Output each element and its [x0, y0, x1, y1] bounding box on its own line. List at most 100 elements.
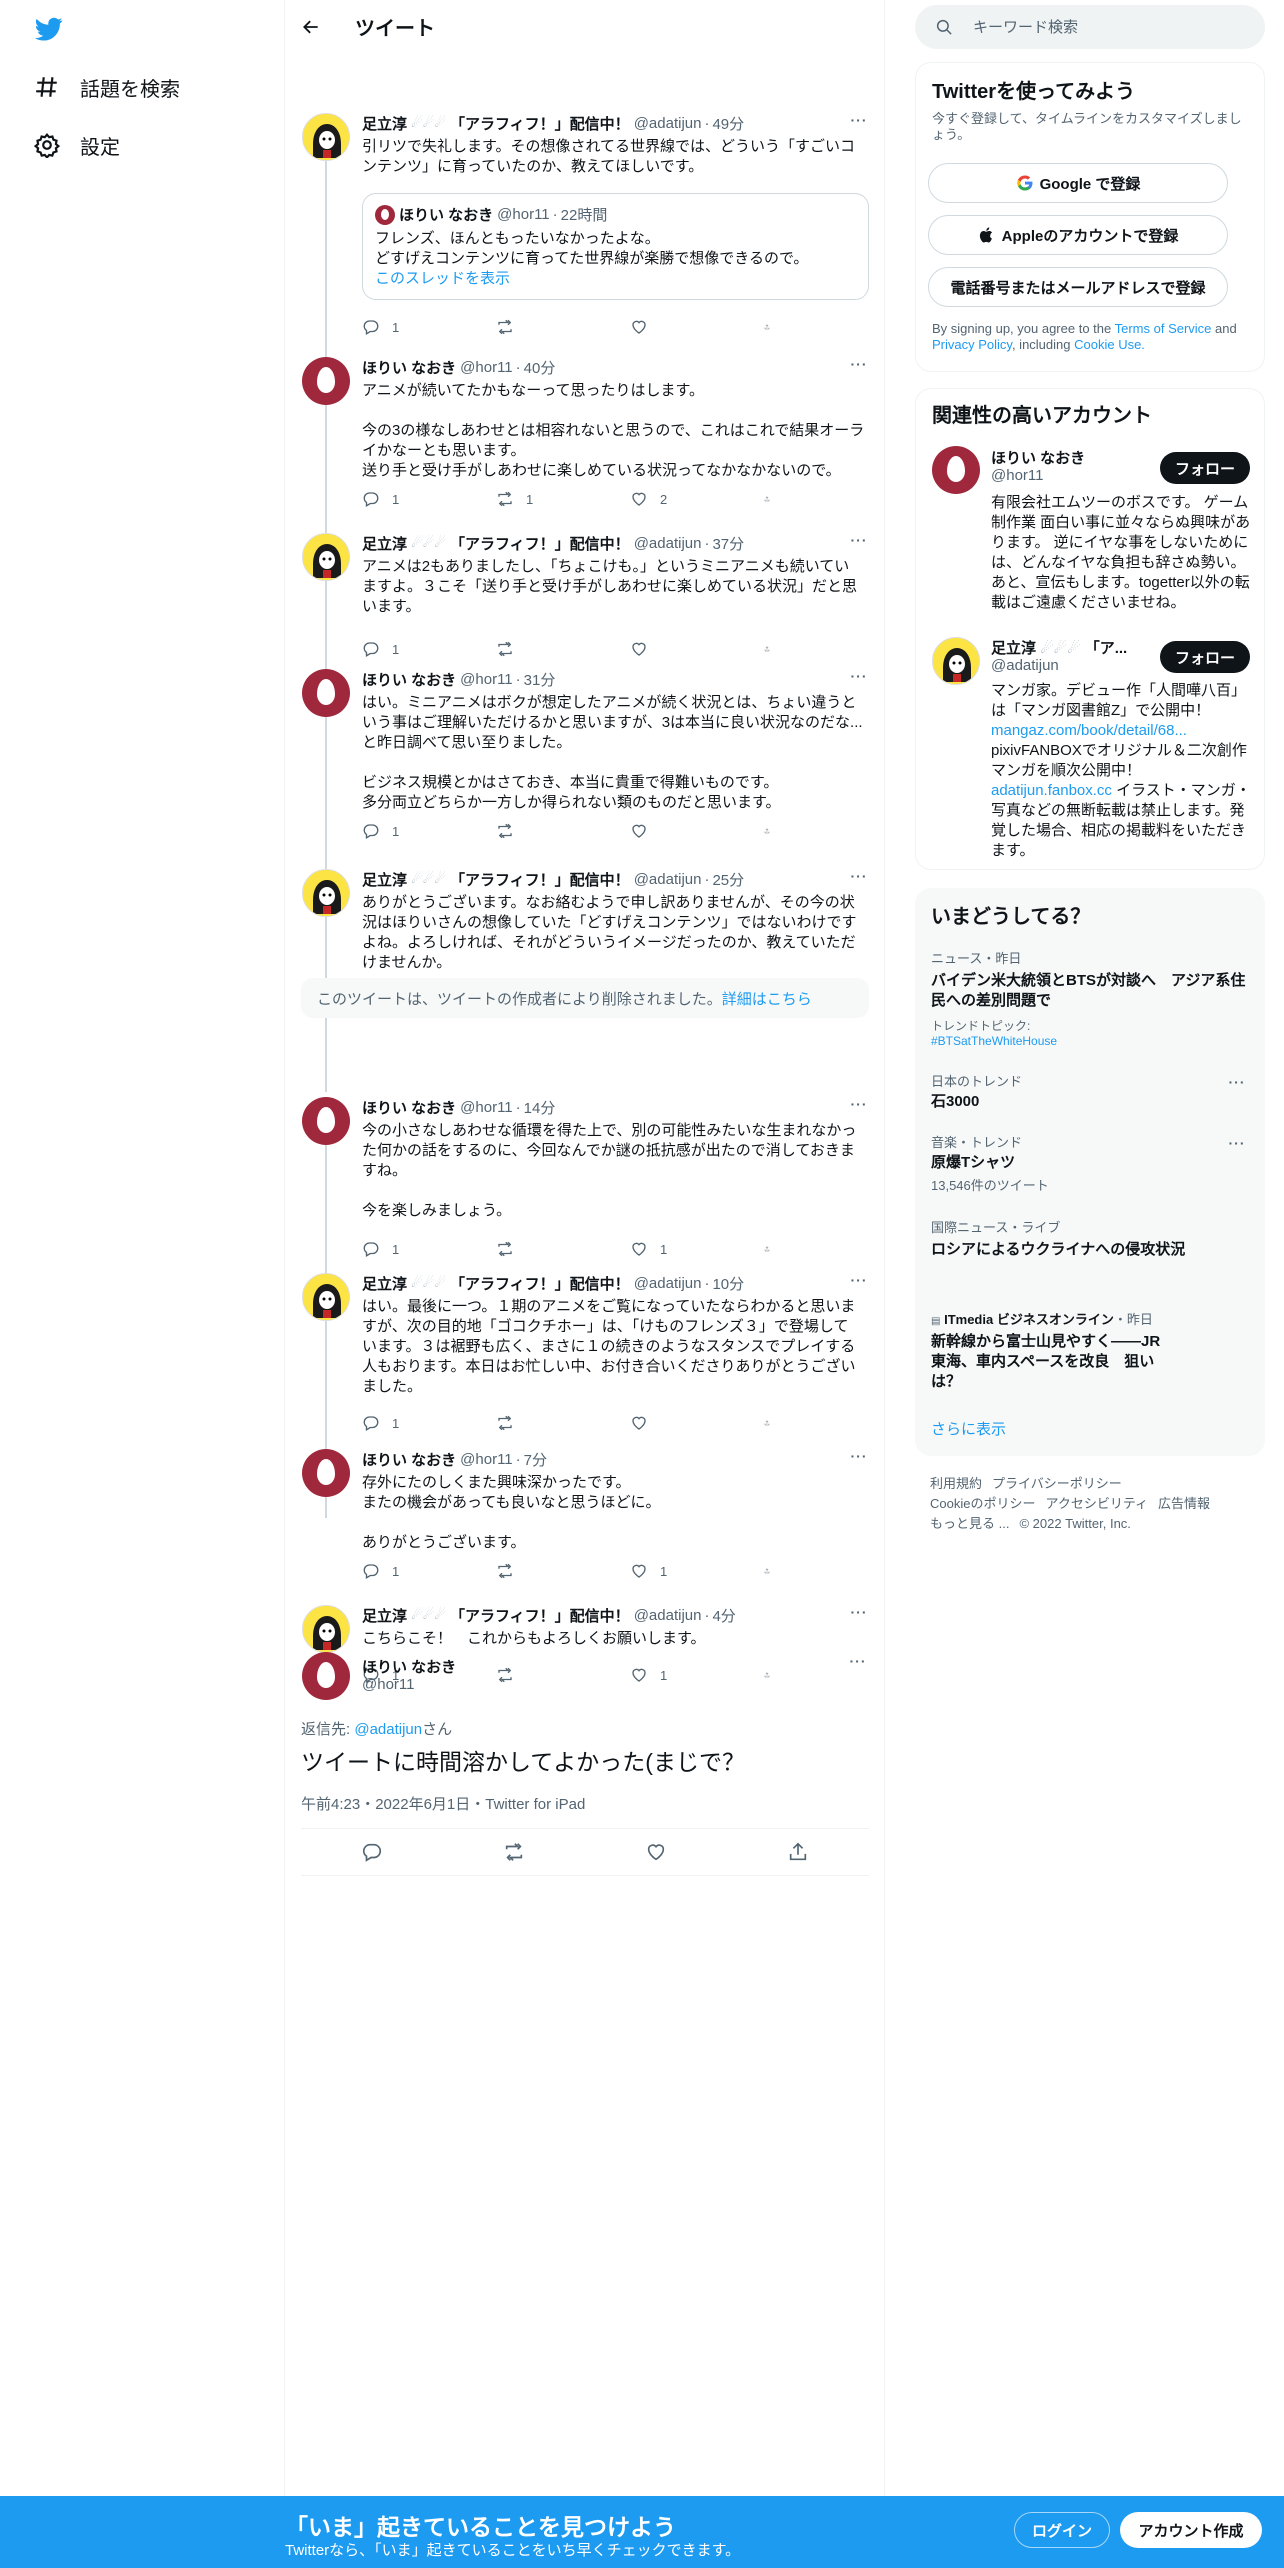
- show-thread-link[interactable]: このスレッドを表示: [375, 270, 510, 287]
- twitter-logo-icon[interactable]: [33, 15, 65, 43]
- author-name[interactable]: 足立淳: [362, 1605, 407, 1626]
- avatar[interactable]: [302, 533, 350, 581]
- tweet-time[interactable]: 14分: [524, 1097, 556, 1118]
- like-button[interactable]: 1: [630, 1240, 730, 1258]
- more-options-icon[interactable]: ···: [849, 1097, 869, 1117]
- avatar[interactable]: [302, 357, 350, 405]
- terms-link[interactable]: Terms of Service: [1115, 321, 1212, 336]
- reply-icon[interactable]: [361, 1841, 383, 1863]
- like-button[interactable]: [630, 822, 730, 840]
- trend-item[interactable]: ▤ ITmedia ビジネスオンライン・昨日 新幹線から富士山見やすく――JR東…: [931, 1309, 1247, 1392]
- author-name[interactable]: ほりい なおき: [362, 669, 456, 690]
- bio-link[interactable]: mangaz.com/book/detail/68...: [991, 722, 1187, 739]
- author-name[interactable]: 足立淳: [362, 1273, 407, 1294]
- more-options-icon[interactable]: ···: [849, 1273, 869, 1293]
- share-button[interactable]: [764, 1666, 782, 1684]
- share-button[interactable]: [764, 640, 782, 658]
- retweet-button[interactable]: [496, 318, 596, 336]
- share-button[interactable]: [764, 1562, 782, 1580]
- tweet-time[interactable]: 4分: [712, 1605, 735, 1626]
- retweet-button[interactable]: [496, 640, 596, 658]
- share-icon[interactable]: [787, 1841, 809, 1863]
- apple-signup-button[interactable]: Appleのアカウントで登録: [928, 215, 1228, 255]
- tweet-time[interactable]: 31分: [524, 669, 556, 690]
- retweet-button[interactable]: [496, 1240, 596, 1258]
- reply-button[interactable]: 1: [362, 490, 462, 508]
- more-options-icon[interactable]: ···: [849, 533, 869, 553]
- author-name[interactable]: 足立淳: [362, 113, 407, 134]
- tweet-time[interactable]: 37分: [712, 533, 744, 554]
- search-box[interactable]: [915, 5, 1265, 49]
- like-button[interactable]: [630, 1414, 730, 1432]
- avatar[interactable]: [302, 1273, 350, 1321]
- avatar[interactable]: [932, 637, 980, 685]
- more-options-icon[interactable]: ···: [849, 113, 869, 133]
- more-options-icon[interactable]: ···: [849, 669, 869, 689]
- author-name[interactable]: 足立淳: [362, 869, 407, 890]
- quoted-tweet[interactable]: ほりい なおき @hor11 · 22時間 フレンズ、ほんともったいなかったよな。 どす…: [362, 193, 869, 300]
- avatar[interactable]: [302, 1097, 350, 1145]
- avatar[interactable]: [302, 669, 350, 717]
- avatar[interactable]: [302, 113, 350, 161]
- google-signup-button[interactable]: Google で登録: [928, 163, 1228, 203]
- share-button[interactable]: [764, 1414, 782, 1432]
- author-name[interactable]: 足立淳: [362, 533, 407, 554]
- avatar[interactable]: [302, 1605, 350, 1653]
- share-button[interactable]: [764, 318, 782, 336]
- author-name[interactable]: ほりい なおき: [362, 1656, 456, 1677]
- avatar[interactable]: [932, 446, 980, 494]
- reply-button[interactable]: 1: [362, 640, 462, 658]
- footer-link[interactable]: Cookieのポリシー: [930, 1496, 1035, 1511]
- account-name[interactable]: ほりい なおき: [991, 447, 1085, 468]
- search-input[interactable]: [973, 18, 1223, 36]
- trends-show-more[interactable]: さらに表示: [931, 1418, 1006, 1439]
- back-arrow-icon[interactable]: [301, 17, 321, 37]
- share-button[interactable]: [764, 490, 782, 508]
- tweet-time[interactable]: 10分: [712, 1273, 744, 1294]
- tweet-time[interactable]: 25分: [712, 869, 744, 890]
- reply-to-handle-link[interactable]: @adatijun: [354, 1721, 422, 1738]
- trend-item[interactable]: 音楽・トレンド 原爆Tシャツ 13,546件のツイート ···: [931, 1132, 1247, 1194]
- share-button[interactable]: [764, 1240, 782, 1258]
- author-name[interactable]: ほりい なおき: [362, 1449, 456, 1470]
- reply-button[interactable]: 1: [362, 822, 462, 840]
- like-button[interactable]: [630, 640, 730, 658]
- tweet-time[interactable]: 7分: [524, 1449, 547, 1470]
- reply-button[interactable]: 1: [362, 318, 462, 336]
- avatar[interactable]: [302, 1652, 350, 1700]
- nav-explore[interactable]: 話題を検索: [34, 67, 180, 107]
- footer-link[interactable]: 広告情報: [1158, 1496, 1210, 1511]
- trend-item[interactable]: ニュース・昨日 バイデン米大統領とBTSが対談へ アジア系住民への差別問題で ト…: [931, 948, 1247, 1048]
- like-button[interactable]: 1: [630, 1666, 730, 1684]
- phone-email-signup-button[interactable]: 電話番号またはメールアドレスで登録: [928, 267, 1228, 307]
- like-button[interactable]: [630, 318, 730, 336]
- more-options-icon[interactable]: ···: [1227, 1075, 1247, 1095]
- bio-link[interactable]: adatijun.fanbox.cc: [991, 782, 1112, 799]
- more-options-icon[interactable]: ···: [849, 1605, 869, 1625]
- tweet-time[interactable]: 49分: [712, 113, 744, 134]
- tweet-timestamp[interactable]: 午前4:23・2022年6月1日・Twitter for iPad: [301, 1793, 585, 1814]
- footer-link[interactable]: もっと見る ...: [930, 1516, 1009, 1531]
- share-button[interactable]: [764, 822, 782, 840]
- retweet-button[interactable]: [496, 822, 596, 840]
- follow-button[interactable]: フォロー: [1160, 641, 1250, 673]
- trend-item[interactable]: 日本のトレンド 石3000 ···: [931, 1071, 1247, 1112]
- author-name[interactable]: ほりい なおき: [362, 1097, 456, 1118]
- follow-button[interactable]: フォロー: [1160, 452, 1250, 484]
- like-button[interactable]: 1: [630, 1562, 730, 1580]
- retweet-button[interactable]: [496, 1414, 596, 1432]
- more-options-icon[interactable]: ···: [849, 357, 869, 377]
- reply-button[interactable]: 1: [362, 1240, 462, 1258]
- retweet-button[interactable]: [496, 1562, 596, 1580]
- retweet-button[interactable]: [496, 1666, 596, 1684]
- avatar[interactable]: [302, 869, 350, 917]
- more-options-icon[interactable]: ···: [1227, 1136, 1247, 1156]
- more-options-icon[interactable]: ···: [848, 1654, 868, 1674]
- account-name[interactable]: 足立淳 ☄☄☄ 「ア...: [991, 637, 1127, 658]
- retweet-icon[interactable]: [503, 1841, 525, 1863]
- privacy-link[interactable]: Privacy Policy: [932, 337, 1012, 352]
- reply-button[interactable]: 1: [362, 1414, 462, 1432]
- trend-item[interactable]: 国際ニュース・ライブ ロシアによるウクライナへの侵攻状況: [931, 1217, 1247, 1260]
- tweet-time[interactable]: 40分: [524, 357, 556, 378]
- trend-hashtag-link[interactable]: #BTSatTheWhiteHouse: [931, 1034, 1057, 1048]
